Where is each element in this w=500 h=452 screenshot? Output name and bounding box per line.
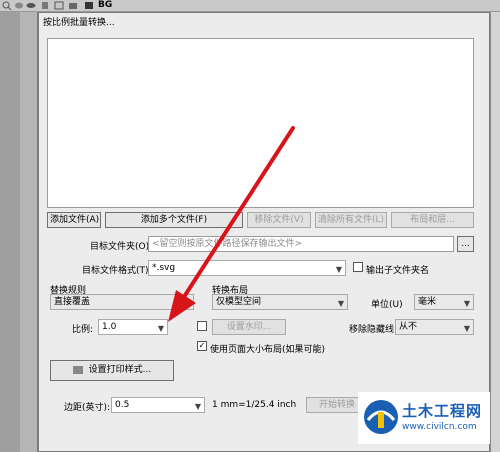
target-folder-label: 目标文件夹(O) <box>90 242 150 252</box>
watermark-url: www.civilcn.com <box>402 422 477 432</box>
target-folder-input[interactable]: <留空则按原文件路径保存输出文件> <box>148 236 454 252</box>
chevron-down-icon: ▼ <box>463 299 470 308</box>
site-watermark: 土木工程网 www.civilcn.com <box>358 392 490 444</box>
target-format-label: 目标文件格式(T) <box>82 266 149 276</box>
margin-select[interactable]: 0.5 ▼ <box>111 397 205 413</box>
remove-file-button[interactable]: 移除文件(V) <box>247 212 311 228</box>
unit-label: 单位(U) <box>371 300 403 310</box>
view-icon[interactable] <box>14 1 24 10</box>
replace-rule-value: 直接覆盖 <box>54 297 91 307</box>
hand-icon[interactable] <box>40 1 50 10</box>
watermark-checkbox[interactable] <box>197 321 207 331</box>
add-file-button[interactable]: 添加文件(A) <box>47 212 101 228</box>
subfolder-label: 输出子文件夹名 <box>366 266 430 276</box>
target-format-select[interactable]: *.svg ▼ <box>148 260 346 276</box>
host-toolbar: BG <box>0 0 500 12</box>
margin-value: 0.5 <box>115 400 130 410</box>
eye-icon[interactable] <box>26 1 36 10</box>
zoom-icon[interactable] <box>2 1 12 11</box>
dialog-title: 按比例批量转换... <box>43 18 115 28</box>
subfolder-checkbox[interactable] <box>353 262 363 272</box>
print-style-button[interactable]: 设置打印样式... <box>50 360 174 381</box>
chevron-down-icon: ▼ <box>183 299 190 308</box>
hide-line-value: 从不 <box>399 322 418 332</box>
scale-select[interactable]: 1.0 ▼ <box>98 319 168 335</box>
layer-icon[interactable] <box>68 1 78 10</box>
watermark-title: 土木工程网 <box>402 402 483 420</box>
unit-select[interactable]: 毫米 ▼ <box>414 294 474 310</box>
use-page-size-label: 使用页面大小布局(如果可能) <box>210 345 326 355</box>
layout-layers-button[interactable]: 布局和层... <box>391 212 474 228</box>
convert-layout-select[interactable]: 仅模型空间 ▼ <box>212 294 348 310</box>
add-multiple-files-button[interactable]: 添加多个文件(F) <box>105 212 243 228</box>
unit-value: 毫米 <box>418 297 437 307</box>
scale-label: 比例: <box>72 325 94 335</box>
print-style-label: 设置打印样式... <box>88 365 152 375</box>
host-right-panel <box>490 12 500 452</box>
unit-conversion-text: 1 mm=1/25.4 inch <box>212 400 297 410</box>
chevron-down-icon: ▼ <box>335 265 342 274</box>
chevron-down-icon: ▼ <box>337 299 344 308</box>
layer-label: BG <box>98 0 113 10</box>
clear-all-files-button[interactable]: 清除所有文件(L) <box>315 212 387 228</box>
convert-layout-value: 仅模型空间 <box>216 297 262 307</box>
host-left-panel <box>0 12 20 452</box>
layer-color-icon <box>84 1 94 10</box>
chevron-down-icon: ▼ <box>157 324 164 333</box>
hide-line-select[interactable]: 从不 ▼ <box>395 319 474 335</box>
printer-icon <box>72 365 83 374</box>
hide-line-label: 移除隐藏线 <box>349 325 395 335</box>
replace-rule-select[interactable]: 直接覆盖 ▼ <box>50 294 194 310</box>
watermark-button[interactable]: 设置水印... <box>212 319 286 335</box>
file-list[interactable] <box>47 38 474 208</box>
civilcn-logo-icon <box>364 400 398 434</box>
chevron-down-icon: ▼ <box>463 324 470 333</box>
host-canvas-edge <box>20 12 38 452</box>
page-icon[interactable] <box>54 1 64 10</box>
browse-folder-button[interactable]: ... <box>457 236 474 252</box>
target-format-value: *.svg <box>152 263 176 273</box>
chevron-down-icon: ▼ <box>194 402 201 411</box>
margin-label: 边距(英寸): <box>64 403 111 413</box>
scale-value: 1.0 <box>102 322 117 332</box>
use-page-size-checkbox[interactable]: ✓ <box>197 341 207 351</box>
